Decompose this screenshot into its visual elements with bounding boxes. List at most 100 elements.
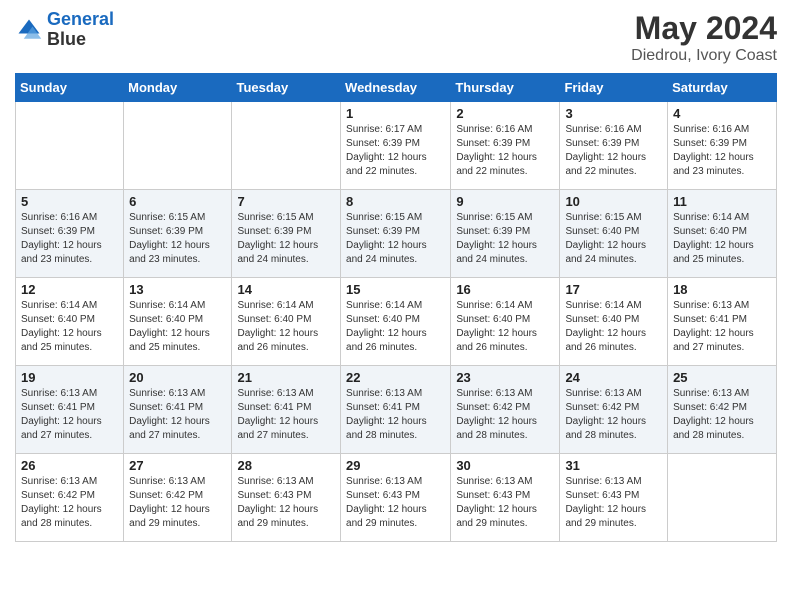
day-cell: 5 Sunrise: 6:16 AM Sunset: 6:39 PM Daylig… [16,190,124,278]
day-number: 22 [346,370,445,385]
day-number: 2 [456,106,554,121]
day-cell: 20 Sunrise: 6:13 AM Sunset: 6:41 PM Dayli… [124,366,232,454]
day-info: Sunrise: 6:16 AM Sunset: 6:39 PM Dayligh… [21,211,118,267]
day-info: Sunrise: 6:13 AM Sunset: 6:42 PM Dayligh… [129,475,226,531]
day-info: Sunrise: 6:14 AM Sunset: 6:40 PM Dayligh… [129,299,226,355]
day-cell: 22Sunrise: 6:13 AM Sunset: 6:41 PM Dayli… [341,366,451,454]
day-cell: 8 Sunrise: 6:15 AM Sunset: 6:39 PM Daylig… [341,190,451,278]
day-info: Sunrise: 6:13 AM Sunset: 6:43 PM Dayligh… [237,475,335,531]
day-header-monday: Monday [124,74,232,102]
day-cell: 18 Sunrise: 6:13 AM Sunset: 6:41 PM Dayli… [668,278,777,366]
day-cell [124,102,232,190]
week-row-2: 5 Sunrise: 6:16 AM Sunset: 6:39 PM Daylig… [16,190,777,278]
day-number: 24 [565,370,662,385]
day-info: Sunrise: 6:15 AM Sunset: 6:40 PM Dayligh… [565,211,662,267]
day-cell: 3Sunrise: 6:16 AM Sunset: 6:39 PM Daylig… [560,102,668,190]
day-cell [668,454,777,542]
day-cell: 10 Sunrise: 6:15 AM Sunset: 6:40 PM Dayli… [560,190,668,278]
calendar: SundayMondayTuesdayWednesdayThursdayFrid… [15,73,777,542]
day-cell: 30 Sunrise: 6:13 AM Sunset: 6:43 PM Dayli… [451,454,560,542]
day-cell: 19 Sunrise: 6:13 AM Sunset: 6:41 PM Dayli… [16,366,124,454]
day-cell: 24 Sunrise: 6:13 AM Sunset: 6:42 PM Dayli… [560,366,668,454]
day-number: 31 [565,458,662,473]
day-number: 13 [129,282,226,297]
day-number: 7 [237,194,335,209]
day-number: 23 [456,370,554,385]
day-info: Sunrise: 6:17 AM Sunset: 6:39 PM Dayligh… [346,123,445,179]
day-info: Sunrise: 6:13 AM Sunset: 6:43 PM Dayligh… [346,475,445,531]
day-info: Sunrise: 6:13 AM Sunset: 6:41 PM Dayligh… [21,387,118,443]
day-number: 10 [565,194,662,209]
day-cell [16,102,124,190]
day-info: Sunrise: 6:14 AM Sunset: 6:40 PM Dayligh… [346,299,445,355]
day-number: 3 [565,106,662,121]
day-header-tuesday: Tuesday [232,74,341,102]
day-number: 1 [346,106,445,121]
day-number: 19 [21,370,118,385]
day-number: 28 [237,458,335,473]
day-cell: 17Sunrise: 6:14 AM Sunset: 6:40 PM Dayli… [560,278,668,366]
day-cell: 15 Sunrise: 6:14 AM Sunset: 6:40 PM Dayli… [341,278,451,366]
day-number: 5 [21,194,118,209]
day-cell: 31Sunrise: 6:13 AM Sunset: 6:43 PM Dayli… [560,454,668,542]
day-number: 12 [21,282,118,297]
week-row-1: 1 Sunrise: 6:17 AM Sunset: 6:39 PM Daylig… [16,102,777,190]
header-row: SundayMondayTuesdayWednesdayThursdayFrid… [16,74,777,102]
day-number: 18 [673,282,771,297]
day-info: Sunrise: 6:13 AM Sunset: 6:42 PM Dayligh… [21,475,118,531]
day-cell: 13 Sunrise: 6:14 AM Sunset: 6:40 PM Dayli… [124,278,232,366]
day-header-sunday: Sunday [16,74,124,102]
main-title: May 2024 [631,10,777,47]
day-number: 14 [237,282,335,297]
day-number: 15 [346,282,445,297]
day-header-saturday: Saturday [668,74,777,102]
logo-line1: General [47,9,114,29]
day-info: Sunrise: 6:15 AM Sunset: 6:39 PM Dayligh… [237,211,335,267]
day-info: Sunrise: 6:14 AM Sunset: 6:40 PM Dayligh… [21,299,118,355]
day-info: Sunrise: 6:16 AM Sunset: 6:39 PM Dayligh… [456,123,554,179]
day-cell: 29 Sunrise: 6:13 AM Sunset: 6:43 PM Dayli… [341,454,451,542]
day-info: Sunrise: 6:13 AM Sunset: 6:42 PM Dayligh… [456,387,554,443]
day-number: 25 [673,370,771,385]
day-number: 4 [673,106,771,121]
day-cell: 12 Sunrise: 6:14 AM Sunset: 6:40 PM Dayli… [16,278,124,366]
day-cell: 26 Sunrise: 6:13 AM Sunset: 6:42 PM Dayli… [16,454,124,542]
day-cell: 14Sunrise: 6:14 AM Sunset: 6:40 PM Dayli… [232,278,341,366]
day-cell: 16 Sunrise: 6:14 AM Sunset: 6:40 PM Dayli… [451,278,560,366]
day-cell: 11 Sunrise: 6:14 AM Sunset: 6:40 PM Dayli… [668,190,777,278]
day-info: Sunrise: 6:13 AM Sunset: 6:41 PM Dayligh… [129,387,226,443]
day-cell [232,102,341,190]
day-cell: 1 Sunrise: 6:17 AM Sunset: 6:39 PM Daylig… [341,102,451,190]
day-number: 16 [456,282,554,297]
title-block: May 2024 Diedrou, Ivory Coast [631,10,777,65]
day-info: Sunrise: 6:14 AM Sunset: 6:40 PM Dayligh… [565,299,662,355]
day-number: 8 [346,194,445,209]
day-number: 30 [456,458,554,473]
day-cell: 27 Sunrise: 6:13 AM Sunset: 6:42 PM Dayli… [124,454,232,542]
day-info: Sunrise: 6:13 AM Sunset: 6:41 PM Dayligh… [673,299,771,355]
day-cell: 28 Sunrise: 6:13 AM Sunset: 6:43 PM Dayli… [232,454,341,542]
day-info: Sunrise: 6:14 AM Sunset: 6:40 PM Dayligh… [456,299,554,355]
day-header-thursday: Thursday [451,74,560,102]
day-number: 29 [346,458,445,473]
day-info: Sunrise: 6:13 AM Sunset: 6:41 PM Dayligh… [237,387,335,443]
day-number: 9 [456,194,554,209]
header: General Blue May 2024 Diedrou, Ivory Coa… [15,10,777,65]
day-info: Sunrise: 6:13 AM Sunset: 6:42 PM Dayligh… [565,387,662,443]
day-number: 20 [129,370,226,385]
calendar-body: 1 Sunrise: 6:17 AM Sunset: 6:39 PM Daylig… [16,102,777,542]
day-info: Sunrise: 6:13 AM Sunset: 6:43 PM Dayligh… [456,475,554,531]
day-info: Sunrise: 6:13 AM Sunset: 6:42 PM Dayligh… [673,387,771,443]
day-cell: 25 Sunrise: 6:13 AM Sunset: 6:42 PM Dayli… [668,366,777,454]
day-number: 11 [673,194,771,209]
day-number: 26 [21,458,118,473]
page: General Blue May 2024 Diedrou, Ivory Coa… [0,0,792,612]
day-info: Sunrise: 6:15 AM Sunset: 6:39 PM Dayligh… [129,211,226,267]
day-info: Sunrise: 6:14 AM Sunset: 6:40 PM Dayligh… [673,211,771,267]
day-number: 27 [129,458,226,473]
day-info: Sunrise: 6:15 AM Sunset: 6:39 PM Dayligh… [346,211,445,267]
day-cell: 21Sunrise: 6:13 AM Sunset: 6:41 PM Dayli… [232,366,341,454]
day-cell: 4Sunrise: 6:16 AM Sunset: 6:39 PM Daylig… [668,102,777,190]
day-info: Sunrise: 6:15 AM Sunset: 6:39 PM Dayligh… [456,211,554,267]
calendar-header: SundayMondayTuesdayWednesdayThursdayFrid… [16,74,777,102]
